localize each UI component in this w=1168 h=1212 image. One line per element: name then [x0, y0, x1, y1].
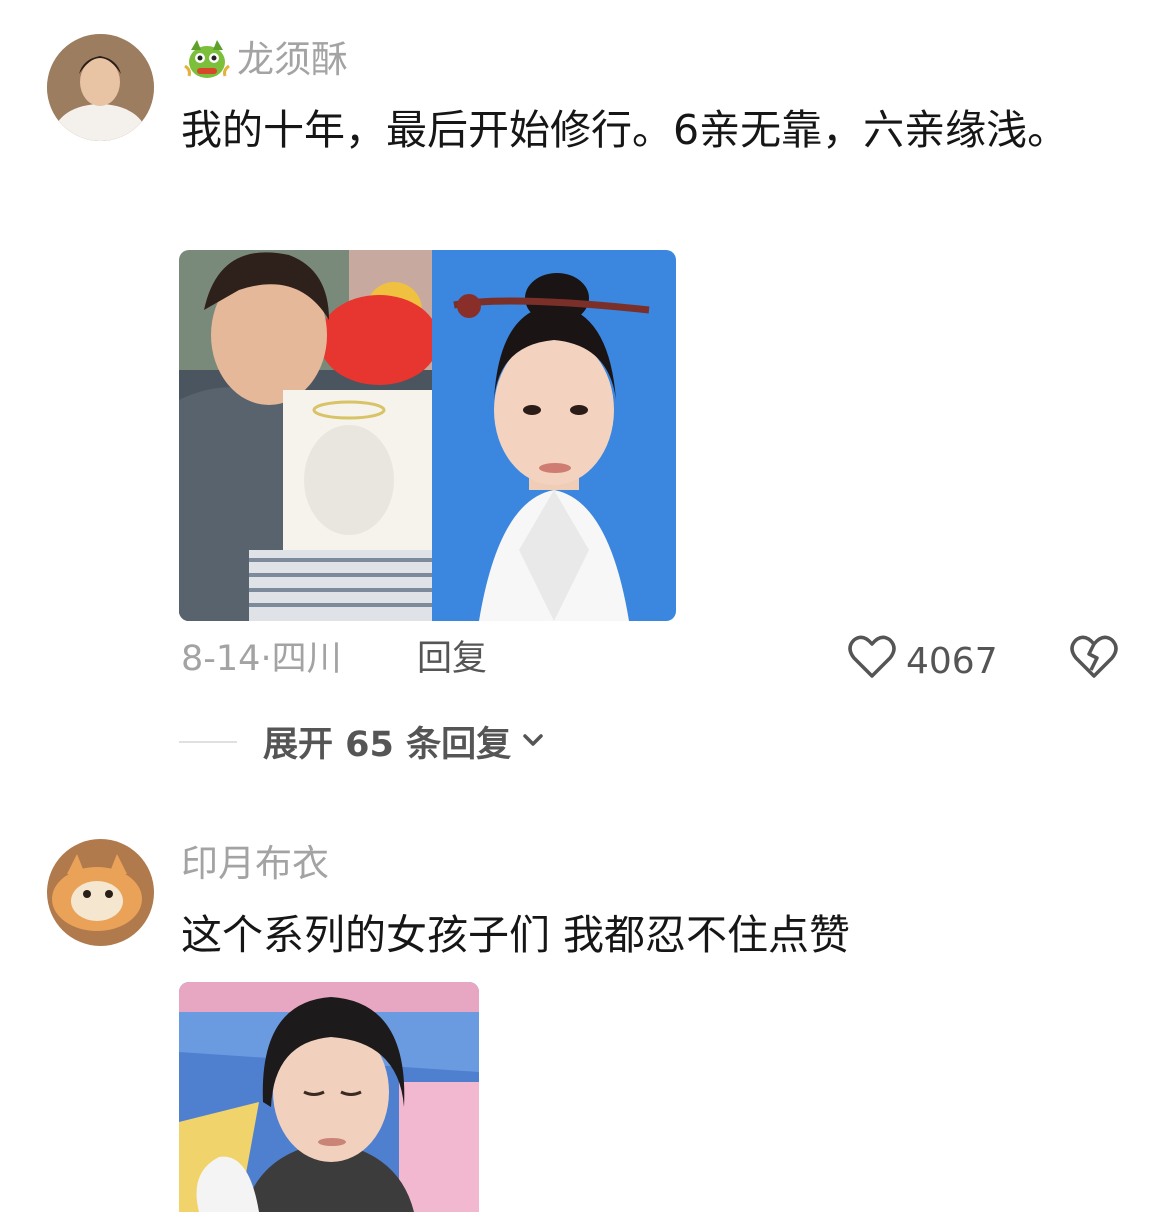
- comment-item: 印月布衣 这个系列的女孩子们 我都忍不住点赞: [0, 0, 1168, 1212]
- avatar[interactable]: [47, 839, 154, 946]
- comment-text: 这个系列的女孩子们 我都忍不住点赞: [181, 911, 851, 959]
- comment-image[interactable]: [179, 982, 479, 1212]
- username[interactable]: 印月布衣: [181, 841, 329, 887]
- comment-feed: 龙须酥 我的十年，最后开始修行。6亲无靠，六亲缘浅。 8-14·四川 回复 40…: [0, 0, 1168, 1212]
